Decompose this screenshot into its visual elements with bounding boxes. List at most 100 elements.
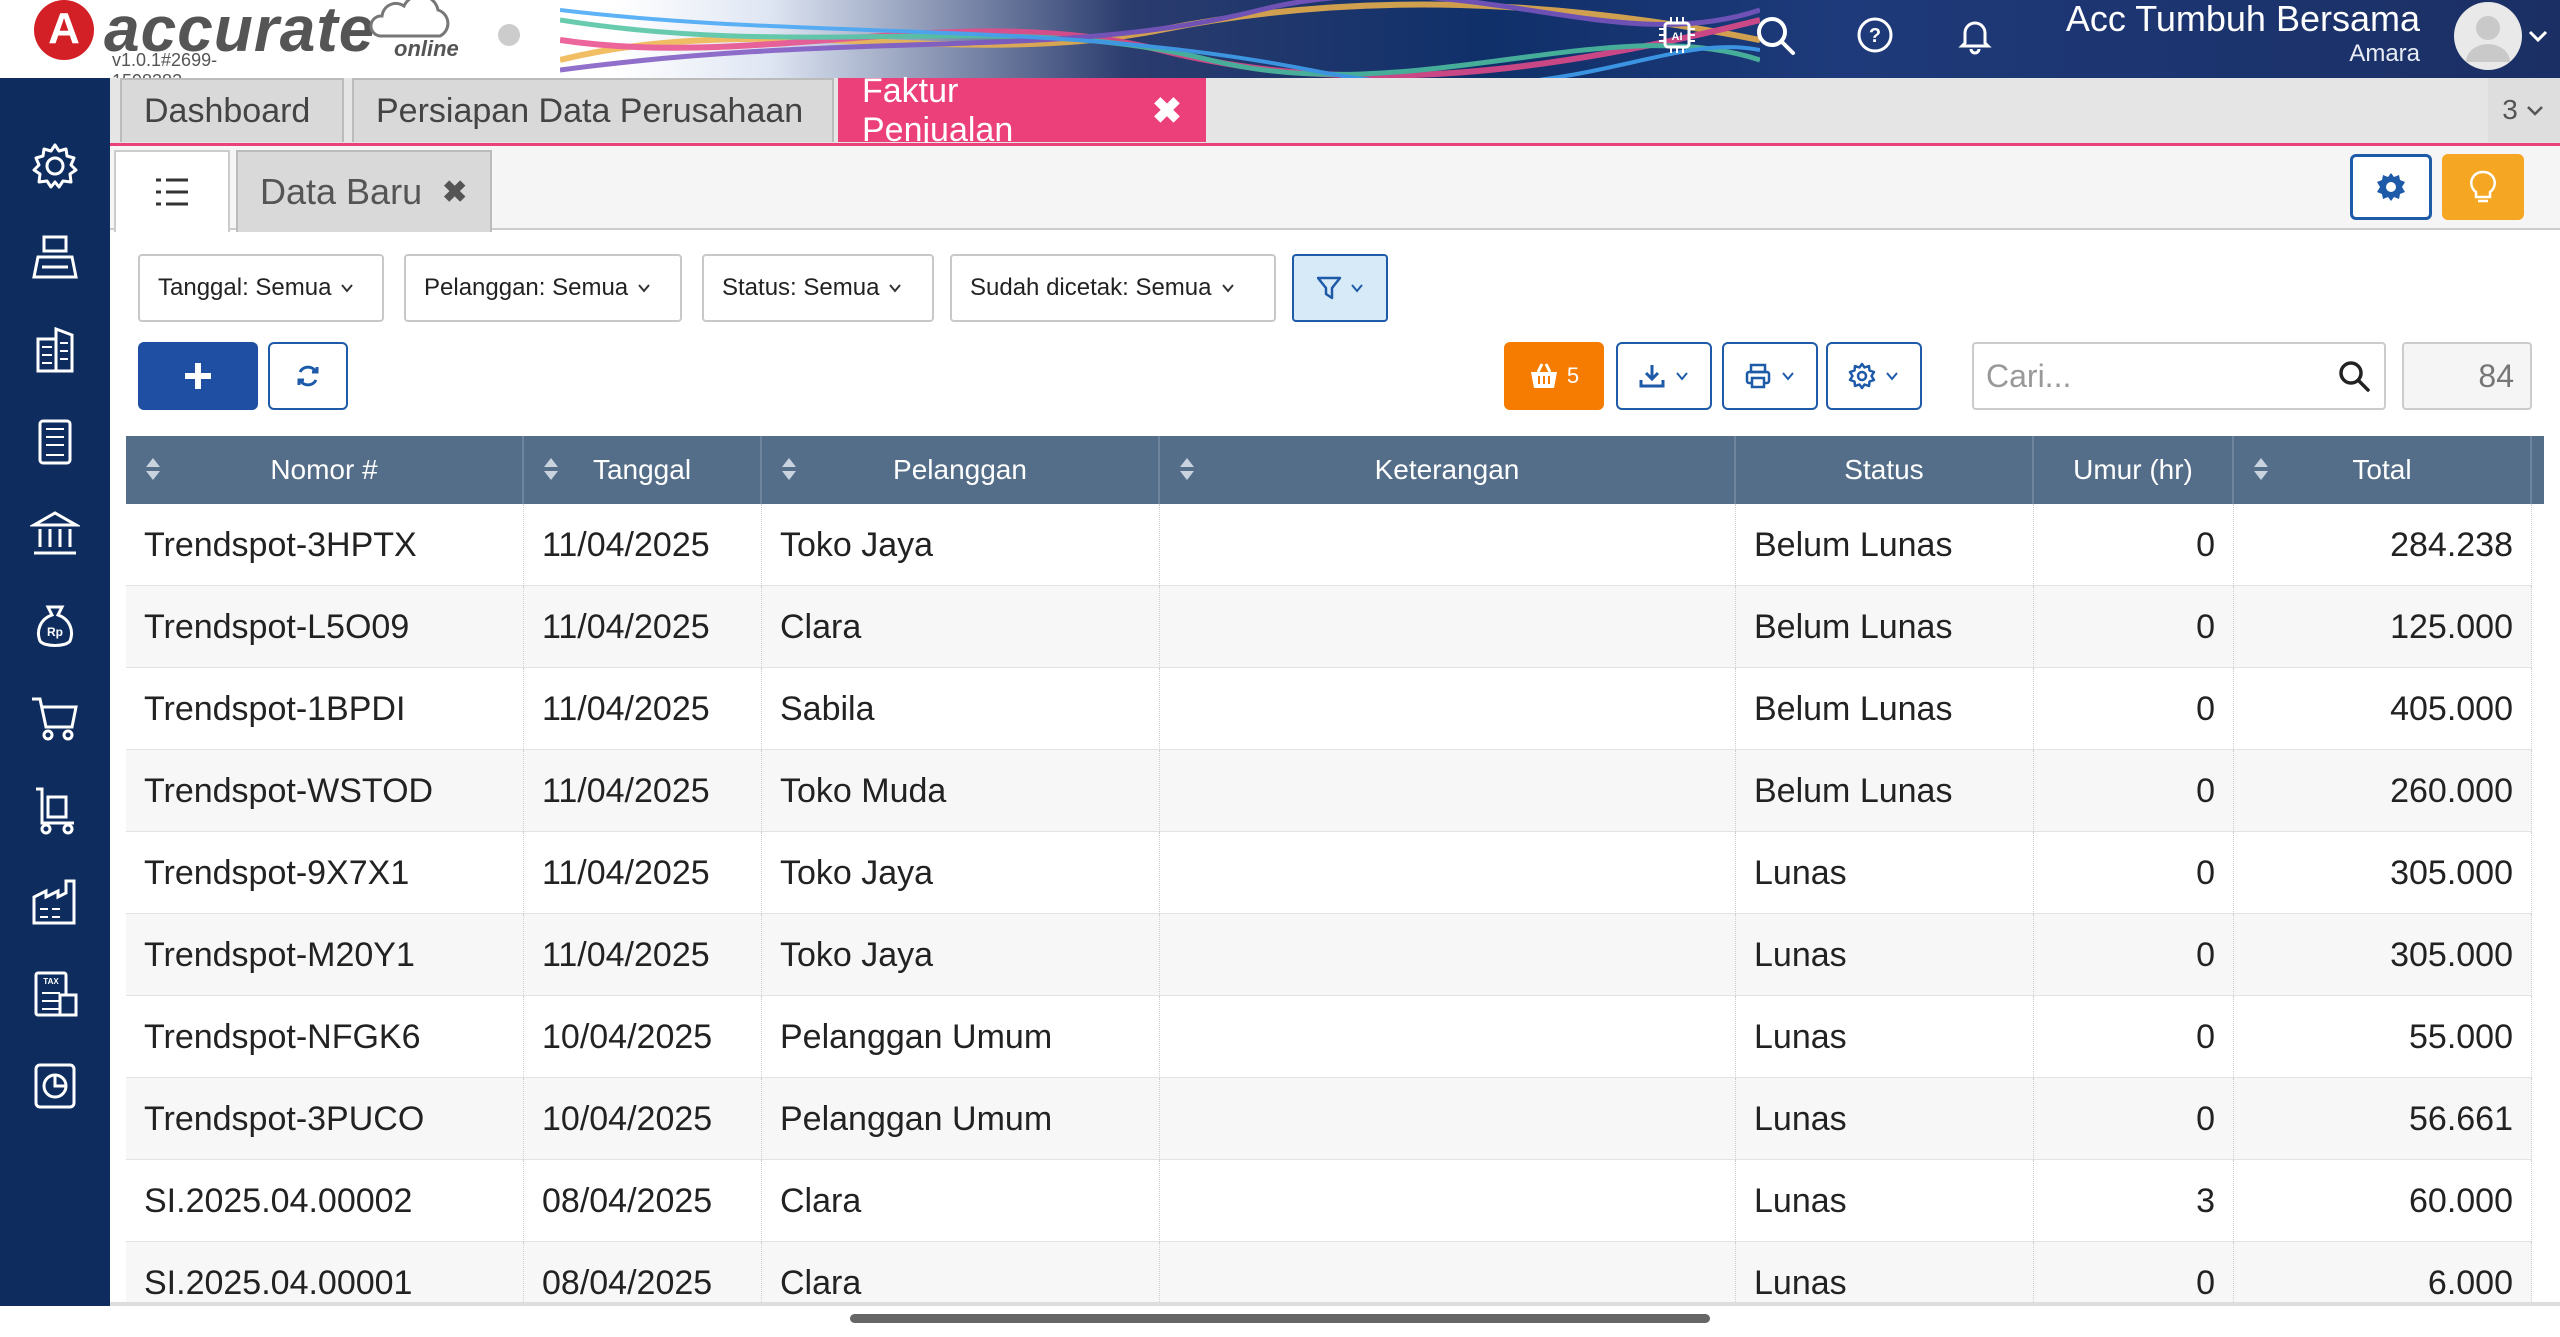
advanced-filter-button[interactable] (1292, 254, 1388, 322)
cell-status: Lunas (1736, 996, 2034, 1078)
table-settings-button[interactable] (1826, 342, 1922, 410)
cell-umur: 0 (2034, 832, 2234, 914)
gear-icon (32, 143, 78, 189)
add-button[interactable] (138, 342, 258, 410)
cell-umur: 0 (2034, 504, 2234, 586)
table-row[interactable]: Trendspot-3HPTX 11/04/2025 Toko Jaya Bel… (126, 504, 2532, 586)
version-label: v1.0.1#2699-1598383 (112, 50, 218, 78)
column-header-tanggal[interactable]: Tanggal (524, 436, 762, 504)
cell-umur: 0 (2034, 668, 2234, 750)
tips-button[interactable] (2442, 154, 2524, 220)
filter-pelanggan[interactable]: Pelanggan: Semua (404, 254, 682, 322)
filter-label: Sudah dicetak: Semua (970, 274, 1212, 301)
cell-keterangan (1160, 750, 1736, 832)
company-info[interactable]: Acc Tumbuh Bersama Amara (2066, 0, 2420, 68)
cell-total: 125.000 (2234, 586, 2532, 668)
cell-nomor: Trendspot-9X7X1 (126, 832, 524, 914)
sidebar-item-ledger[interactable] (27, 414, 83, 470)
sidebar-item-fax[interactable] (27, 230, 83, 286)
table-row[interactable]: Trendspot-NFGK6 10/04/2025 Pelanggan Umu… (126, 996, 2532, 1078)
table-row[interactable]: Trendspot-L5O09 11/04/2025 Clara Belum L… (126, 586, 2532, 668)
column-header-pelanggan[interactable]: Pelanggan (762, 436, 1160, 504)
cell-umur: 3 (2034, 1160, 2234, 1242)
svg-text:?: ? (1869, 25, 1881, 47)
list-view-button[interactable] (114, 150, 230, 232)
sort-icon (146, 458, 160, 480)
ai-chip-icon[interactable]: AI (1650, 8, 1704, 62)
table-row[interactable]: SI.2025.04.00001 08/04/2025 Clara Lunas … (126, 1242, 2532, 1304)
download-button[interactable] (1616, 342, 1712, 410)
column-header-status[interactable]: Status (1736, 436, 2034, 504)
filter-label: Status: Semua (722, 274, 880, 301)
building-icon (36, 326, 74, 373)
sort-icon (544, 458, 558, 480)
table-row[interactable]: Trendspot-M20Y1 11/04/2025 Toko Jaya Lun… (126, 914, 2532, 996)
cell-keterangan (1160, 504, 1736, 586)
search-input[interactable] (1986, 357, 2326, 395)
cell-nomor: Trendspot-WSTOD (126, 750, 524, 832)
table-row[interactable]: Trendspot-1BPDI 11/04/2025 Sabila Belum … (126, 668, 2532, 750)
bell-icon[interactable] (1948, 8, 2002, 62)
cell-nomor: Trendspot-1BPDI (126, 668, 524, 750)
tab-faktur-penjualan[interactable]: Faktur Penjualan ✖ (838, 72, 1206, 149)
tab-dashboard[interactable]: Dashboard (120, 78, 344, 142)
cell-tanggal: 11/04/2025 (524, 586, 762, 668)
tab-persiapan-data[interactable]: Persiapan Data Perusahaan (352, 78, 834, 142)
sidebar-item-reports[interactable] (27, 1058, 83, 1114)
cell-status: Lunas (1736, 1160, 2034, 1242)
chevron-down-icon (889, 284, 902, 293)
column-header-nomor[interactable]: Nomor # (126, 436, 524, 504)
company-name: Acc Tumbuh Bersama (2065, 0, 2420, 39)
content-area: Tanggal: Semua Pelanggan: Semua Status: … (114, 232, 2560, 1304)
sidebar-item-settings[interactable] (27, 138, 83, 194)
cell-nomor: Trendspot-3PUCO (126, 1078, 524, 1160)
tab-data-baru[interactable]: Data Baru ✖ (236, 150, 492, 232)
cell-status: Belum Lunas (1736, 750, 2034, 832)
cell-tanggal: 08/04/2025 (524, 1160, 762, 1242)
cell-status: Belum Lunas (1736, 504, 2034, 586)
column-header-total[interactable]: Total (2234, 436, 2532, 504)
bank-icon (30, 511, 80, 555)
column-header-umur[interactable]: Umur (hr) (2034, 436, 2234, 504)
cell-tanggal: 11/04/2025 (524, 750, 762, 832)
filter-sudah-dicetak[interactable]: Sudah dicetak: Semua (950, 254, 1276, 322)
sidebar-item-bank[interactable] (27, 506, 83, 562)
cell-status: Lunas (1736, 1242, 2034, 1304)
help-icon[interactable]: ? (1848, 8, 1902, 62)
search-icon[interactable] (1748, 8, 1802, 62)
filter-status[interactable]: Status: Semua (702, 254, 934, 322)
sidebar-item-sales[interactable] (27, 690, 83, 746)
sidebar-item-company[interactable] (27, 322, 83, 378)
filter-tanggal[interactable]: Tanggal: Semua (138, 254, 384, 322)
print-button[interactable] (1722, 342, 1818, 410)
close-icon[interactable]: ✖ (442, 175, 467, 210)
table-row[interactable]: SI.2025.04.00002 08/04/2025 Clara Lunas … (126, 1160, 2532, 1242)
cell-nomor: Trendspot-NFGK6 (126, 996, 524, 1078)
cell-tanggal: 10/04/2025 (524, 996, 762, 1078)
column-header-keterangan[interactable]: Keterangan (1160, 436, 1736, 504)
cell-pelanggan: Pelanggan Umum (762, 996, 1160, 1078)
cell-keterangan (1160, 914, 1736, 996)
sidebar-item-inventory[interactable] (27, 874, 83, 930)
sidebar-item-finance[interactable]: Rp (27, 598, 83, 654)
basket-icon (1530, 363, 1557, 388)
basket-button[interactable]: 5 (1504, 342, 1604, 410)
settings-button[interactable] (2350, 154, 2432, 220)
home-indicator[interactable] (850, 1314, 1710, 1323)
cell-keterangan (1160, 1242, 1736, 1304)
close-icon[interactable]: ✖ (1152, 90, 1182, 132)
chevron-down-icon[interactable] (2526, 24, 2550, 48)
sidebar-item-tax[interactable]: TAX (27, 966, 83, 1022)
cell-status: Lunas (1736, 1078, 2034, 1160)
column-label: Nomor # (270, 454, 378, 485)
tab-overflow-menu[interactable]: 3 (2488, 78, 2560, 142)
avatar[interactable] (2454, 2, 2522, 70)
search-icon[interactable] (2336, 358, 2372, 394)
table-row[interactable]: Trendspot-3PUCO 10/04/2025 Pelanggan Umu… (126, 1078, 2532, 1160)
cell-nomor: Trendspot-L5O09 (126, 586, 524, 668)
refresh-button[interactable] (268, 342, 348, 410)
table-row[interactable]: Trendspot-9X7X1 11/04/2025 Toko Jaya Lun… (126, 832, 2532, 914)
sidebar-item-purchase[interactable] (27, 782, 83, 838)
table-row[interactable]: Trendspot-WSTOD 11/04/2025 Toko Muda Bel… (126, 750, 2532, 832)
cell-keterangan (1160, 832, 1736, 914)
